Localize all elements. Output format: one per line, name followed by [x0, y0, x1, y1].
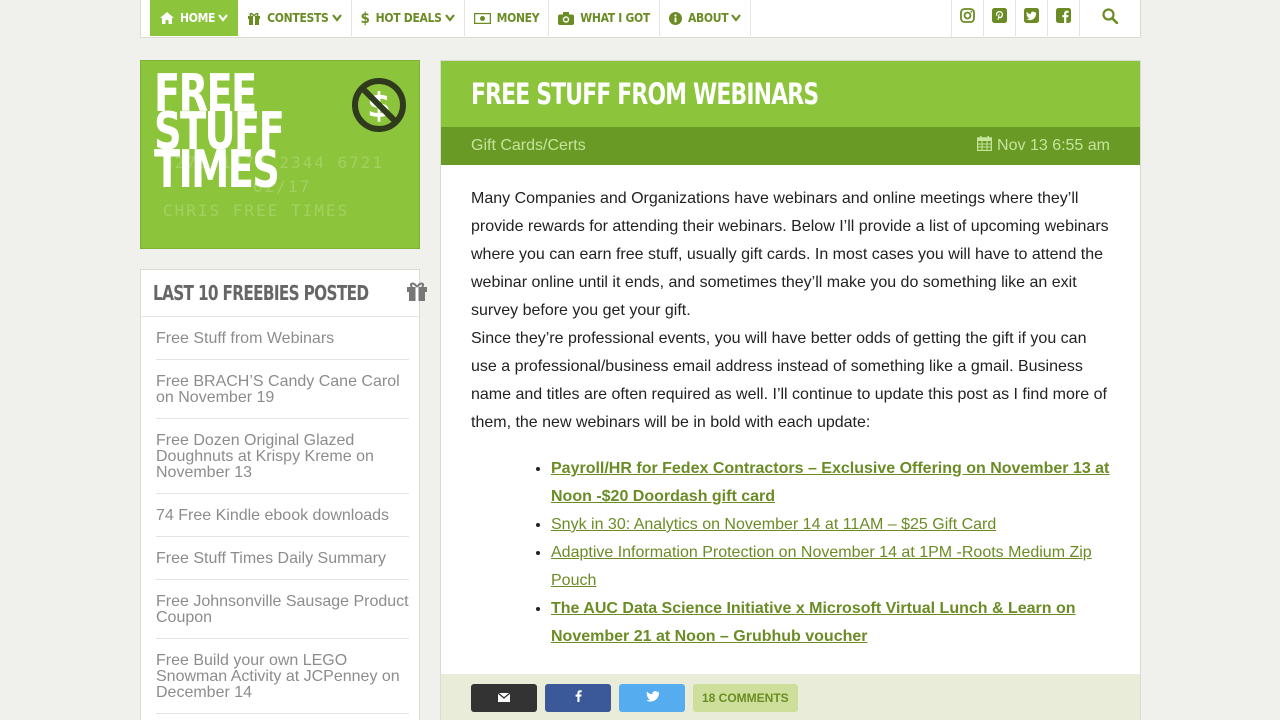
webinar-list: Payroll/HR for Fedex Contractors – Exclu… [551, 455, 1110, 651]
no-dollar-icon: $ [351, 77, 407, 138]
camera-icon [558, 11, 575, 25]
post-article: FREE STUFF FROM WEBINARS Gift Cards/Cert… [440, 60, 1141, 720]
post-paragraph: Many Companies and Organizations have we… [471, 190, 1109, 319]
webinar-link[interactable]: Payroll/HR for Fedex Contractors – Exclu… [551, 460, 1109, 505]
widget-title: LAST 10 FREEBIES POSTED [153, 281, 369, 305]
list-item: Payroll/HR for Fedex Contractors – Exclu… [551, 455, 1110, 511]
widget-header: LAST 10 FREEBIES POSTED [141, 270, 428, 317]
list-item: Snyk in 30: Analytics on November 14 at … [551, 511, 1110, 539]
nav-spacer [751, 0, 952, 37]
home-icon [160, 12, 174, 24]
nav-contests-label: CONTESTS [267, 11, 329, 25]
share-twitter-button[interactable] [619, 684, 685, 712]
post-meta: Gift Cards/Certs Nov 13 6:55 am [441, 127, 1140, 165]
twitter-icon [1024, 8, 1039, 28]
instagram-link[interactable] [952, 0, 984, 36]
facebook-icon [575, 689, 582, 707]
logo-text: FREE STUFF TIMES [154, 68, 285, 200]
twitter-icon [645, 689, 659, 707]
freebies-list: Free Stuff from Webinars Free BRACH’S Ca… [141, 317, 419, 714]
facebook-icon [1056, 8, 1071, 28]
envelope-icon [497, 689, 511, 707]
post-date-text: Nov 13 6:55 am [997, 137, 1110, 154]
list-item[interactable]: Free Stuff Times Daily Summary [156, 537, 409, 580]
pinterest-link[interactable] [984, 0, 1016, 36]
list-item[interactable]: Free Johnsonville Sausage Product Coupon [156, 580, 409, 639]
nav-money-label: MONEY [496, 11, 540, 25]
calendar-icon [976, 136, 993, 156]
logo-card-name: CHRIS FREE TIMES [163, 201, 350, 220]
nav-what-i-got[interactable]: WHAT I GOT [549, 0, 660, 36]
facebook-link[interactable] [1048, 0, 1080, 36]
twitter-link[interactable] [1016, 0, 1048, 36]
post-content: Many Companies and Organizations have we… [441, 165, 1140, 651]
webinar-link[interactable]: Adaptive Information Protection on Novem… [551, 544, 1092, 589]
list-item[interactable]: Free Dozen Original Glazed Doughnuts at … [156, 419, 409, 494]
nav-hot-deals-label: HOT DEALS [375, 11, 442, 25]
nav-about-label: ABOUT [687, 11, 729, 25]
list-item[interactable]: Free BRACH’S Candy Cane Carol on Novembe… [156, 360, 409, 419]
post-title: FREE STUFF FROM WEBINARS [471, 77, 819, 111]
post-paragraph: Since they’re professional events, you w… [471, 330, 1107, 431]
chevron-down-icon [218, 14, 228, 22]
webinar-link[interactable]: The AUC Data Science Initiative x Micros… [551, 600, 1076, 645]
site-logo[interactable]: 4275 1478 2344 6721 02/17 CHRIS FREE TIM… [140, 60, 420, 249]
list-item[interactable]: 74 Free Kindle ebook downloads [156, 494, 409, 537]
search-icon [1102, 7, 1119, 29]
search-button[interactable] [1080, 0, 1140, 36]
logo-line-times: TIMES [154, 140, 280, 200]
webinar-link[interactable]: Snyk in 30: Analytics on November 14 at … [551, 516, 996, 533]
nav-home[interactable]: HOME [150, 0, 239, 36]
gift-icon [406, 281, 428, 306]
share-facebook-button[interactable] [545, 684, 611, 712]
pinterest-icon [992, 8, 1007, 28]
nav-money[interactable]: MONEY [465, 0, 550, 36]
share-email-button[interactable] [471, 684, 537, 712]
dollar-icon: $ [360, 9, 370, 27]
post-date: Nov 13 6:55 am [976, 136, 1110, 156]
nav-about[interactable]: ABOUT [660, 0, 752, 36]
comments-button[interactable]: 18 COMMENTS [693, 684, 798, 712]
chevron-down-icon [444, 14, 455, 22]
nav-home-label: HOME [180, 11, 216, 25]
list-item[interactable]: Free Build your own LEGO Snowman Activit… [156, 639, 409, 714]
nav-contests[interactable]: CONTESTS [238, 0, 352, 36]
chevron-down-icon [731, 14, 742, 22]
recent-freebies-widget: LAST 10 FREEBIES POSTED Free Stuff from … [140, 269, 428, 720]
chevron-down-icon [331, 14, 342, 22]
gift-icon [247, 12, 261, 25]
post-category[interactable]: Gift Cards/Certs [471, 137, 586, 155]
instagram-icon [960, 8, 975, 28]
list-item: The AUC Data Science Initiative x Micros… [551, 595, 1110, 651]
post-header: FREE STUFF FROM WEBINARS [441, 61, 1140, 127]
top-nav: HOME CONTESTS $ HOT DEALS MONEY WHAT I G… [140, 0, 1141, 38]
nav-hot-deals[interactable]: $ HOT DEALS [352, 0, 465, 36]
list-item[interactable]: Free Stuff from Webinars [156, 317, 409, 360]
share-bar: 18 COMMENTS [441, 674, 1140, 720]
list-item: Adaptive Information Protection on Novem… [551, 539, 1110, 595]
info-icon [668, 11, 682, 25]
nav-what-i-got-label: WHAT I GOT [580, 11, 650, 25]
money-icon [473, 12, 491, 24]
